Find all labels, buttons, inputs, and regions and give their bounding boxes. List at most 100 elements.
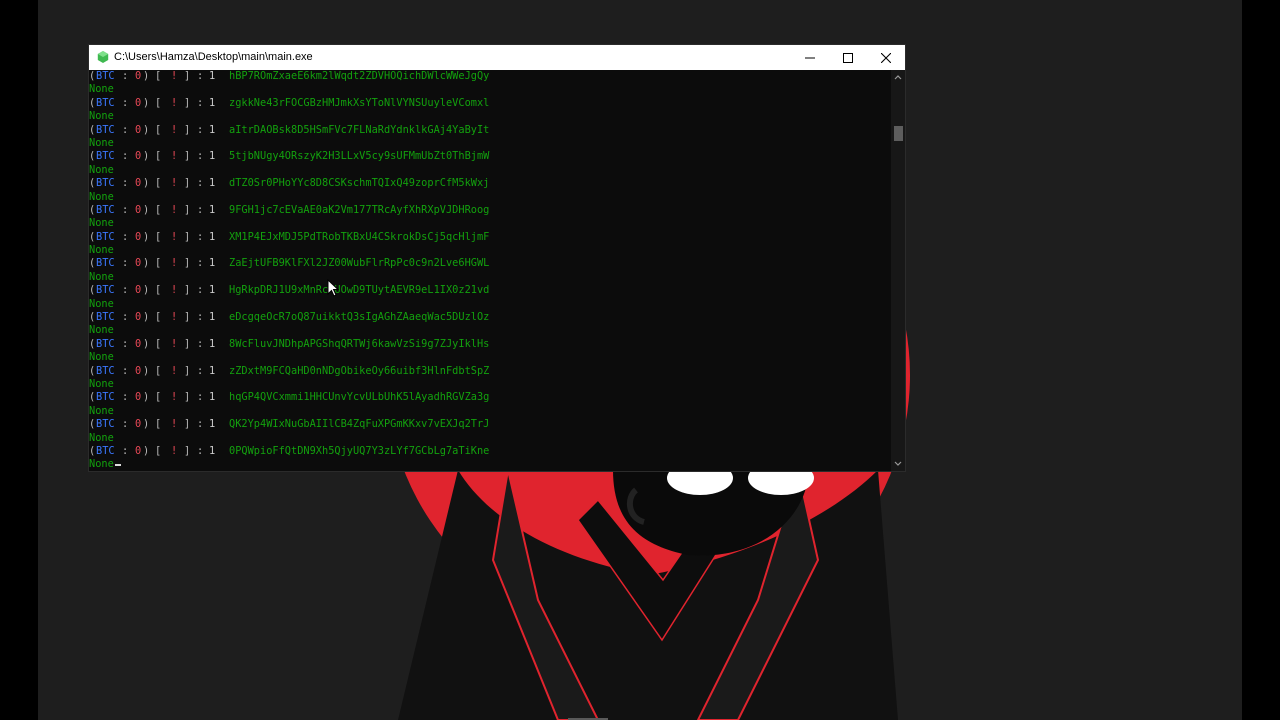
log-bracket-open: [ [155, 311, 162, 324]
log-bracket-open: [ [155, 257, 162, 270]
log-prefix-close: ) [143, 337, 150, 350]
log-bracket-close: ] [184, 70, 191, 82]
log-prefix-close: ) [143, 150, 150, 163]
log-key: ZaEjtUFB9KlFXl2JZ00WubFlrRpPc0c9n2Lve6HG… [229, 257, 490, 270]
log-bracket-open: [ [155, 177, 162, 190]
log-prefix-open: ( [89, 96, 96, 109]
log-line: (BTC:0)[!]:1 QK2Yp4WIxNuGbAIIlCB4ZqFuXPGm… [89, 418, 891, 431]
log-bang: ! [171, 444, 178, 457]
log-sep: : [122, 311, 129, 324]
log-coin: BTC [96, 177, 115, 190]
log-bracket-open: [ [155, 230, 162, 243]
log-prefix-open: ( [89, 123, 96, 136]
log-colon: : [197, 203, 204, 216]
log-count: 1 [209, 203, 216, 216]
log-balance: 0 [135, 284, 142, 297]
scroll-thumb[interactable] [894, 126, 903, 141]
log-bang: ! [171, 203, 178, 216]
log-count: 1 [209, 364, 216, 377]
log-count: 1 [209, 257, 216, 270]
log-sep: : [122, 203, 129, 216]
log-colon: : [197, 337, 204, 350]
log-result-text: None [89, 190, 114, 203]
console-app-icon [97, 51, 109, 63]
log-balance: 0 [135, 418, 142, 431]
log-key: 8WcFluvJNDhpAPGShqQRTWj6kawVzSi9g7ZJyIkl… [229, 337, 490, 350]
log-result-none: None [89, 298, 891, 311]
log-line: (BTC:0)[!]:1 5tjbNUgy4ORszyK2H3LLxV5cy9sU… [89, 150, 891, 163]
log-key: zgkkNe43rFOCGBzHMJmkXsYToNlVYNSUuyleVCom… [229, 96, 490, 109]
log-bracket-close: ] [184, 203, 191, 216]
log-result-none: None [89, 191, 891, 204]
log-balance: 0 [135, 203, 142, 216]
log-count: 1 [209, 391, 216, 404]
log-bracket-open: [ [155, 444, 162, 457]
log-prefix-open: ( [89, 364, 96, 377]
log-key: XM1P4EJxMDJ5PdTRobTKBxU4CSkrokDsCj5qcHlj… [229, 230, 490, 243]
scroll-up-button[interactable] [891, 70, 905, 84]
log-bang: ! [171, 311, 178, 324]
minimize-button[interactable] [791, 45, 829, 70]
log-line: (BTC:0)[!]:1 hqGP4QVCxmmi1HHCUnvYcvULbUhK… [89, 391, 891, 404]
log-key: 5tjbNUgy4ORszyK2H3LLxV5cy9sUFMmUbZt0ThBj… [229, 150, 490, 163]
log-balance: 0 [135, 123, 142, 136]
log-balance: 0 [135, 391, 142, 404]
log-coin: BTC [96, 311, 115, 324]
log-bang: ! [171, 364, 178, 377]
log-line: (BTC:0)[!]:1 8WcFluvJNDhpAPGShqQRTWj6kawV… [89, 338, 891, 351]
log-result-text: None [89, 404, 114, 417]
log-count: 1 [209, 230, 216, 243]
log-prefix-open: ( [89, 70, 96, 82]
log-prefix-close: ) [143, 284, 150, 297]
log-prefix-open: ( [89, 391, 96, 404]
log-coin: BTC [96, 364, 115, 377]
log-bracket-close: ] [184, 177, 191, 190]
log-colon: : [197, 311, 204, 324]
log-prefix-open: ( [89, 418, 96, 431]
log-bracket-close: ] [184, 96, 191, 109]
log-prefix-open: ( [89, 203, 96, 216]
log-result-none: None [89, 432, 891, 445]
log-bracket-open: [ [155, 150, 162, 163]
scroll-down-button[interactable] [891, 457, 905, 471]
log-bracket-close: ] [184, 391, 191, 404]
log-bracket-close: ] [184, 311, 191, 324]
scroll-down-arrow-icon [894, 461, 902, 466]
log-sep: : [122, 257, 129, 270]
log-prefix-close: ) [143, 203, 150, 216]
vertical-scrollbar[interactable] [891, 70, 905, 471]
log-result-none: None [89, 458, 891, 471]
log-balance: 0 [135, 364, 142, 377]
log-key: 9FGH1jc7cEVaAE0aK2Vm177TRcAyfXhRXpVJDHRo… [229, 203, 490, 216]
log-bracket-open: [ [155, 364, 162, 377]
log-coin: BTC [96, 203, 115, 216]
log-result-text: None [89, 217, 114, 230]
log-bang: ! [171, 123, 178, 136]
log-line: (BTC:0)[!]:1 HgRkpDRJ1U9xMnRcRUOwD9TUytAE… [89, 284, 891, 297]
log-count: 1 [209, 311, 216, 324]
window-titlebar[interactable]: C:\Users\Hamza\Desktop\main\main.exe [89, 45, 905, 70]
close-button[interactable] [867, 45, 905, 70]
log-line: (BTC:0)[!]:1 zZDxtM9FCQaHD0nNDgObikeOy66u… [89, 365, 891, 378]
log-prefix-close: ) [143, 230, 150, 243]
console-window[interactable]: C:\Users\Hamza\Desktop\main\main.exe (BT… [88, 44, 906, 472]
log-result-text: None [89, 110, 114, 123]
log-bracket-close: ] [184, 284, 191, 297]
log-coin: BTC [96, 284, 115, 297]
maximize-button[interactable] [829, 45, 867, 70]
log-result-none: None [89, 244, 891, 257]
log-bracket-close: ] [184, 230, 191, 243]
log-prefix-open: ( [89, 444, 96, 457]
scroll-up-arrow-icon [894, 75, 902, 80]
log-bracket-close: ] [184, 150, 191, 163]
log-prefix-close: ) [143, 70, 150, 82]
log-bracket-open: [ [155, 203, 162, 216]
log-coin: BTC [96, 230, 115, 243]
log-bang: ! [171, 284, 178, 297]
log-line: (BTC:0)[!]:1 ZaEjtUFB9KlFXl2JZ00WubFlrRpP… [89, 257, 891, 270]
log-bracket-close: ] [184, 444, 191, 457]
log-key: hqGP4QVCxmmi1HHCUnvYcvULbUhK5lAyadhRGVZa… [229, 391, 490, 404]
console-output[interactable]: (BTC:0)[!]:1 hBP7ROmZxaeE6km2lWqdt2ZDVHOQ… [89, 70, 891, 471]
log-coin: BTC [96, 257, 115, 270]
log-prefix-close: ) [143, 418, 150, 431]
